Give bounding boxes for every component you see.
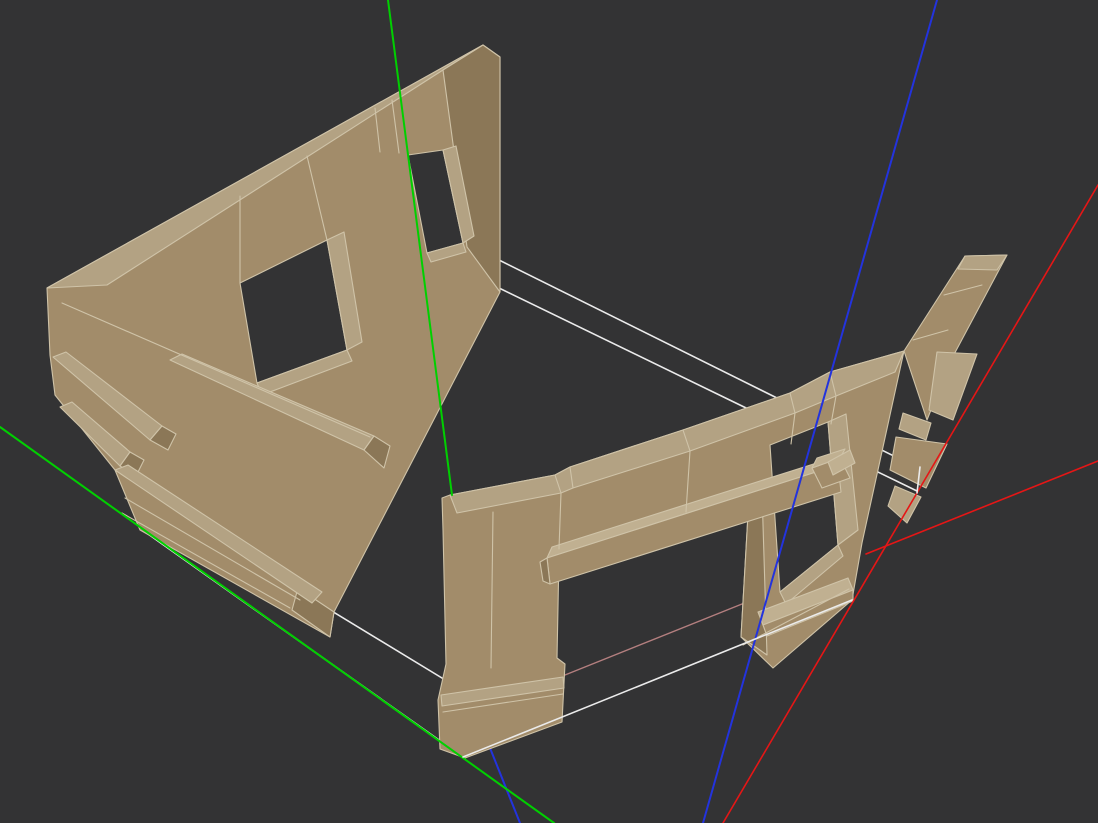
3d-editor-viewport[interactable]: [0, 0, 1098, 823]
3d-scene-canvas[interactable]: [0, 0, 1098, 823]
